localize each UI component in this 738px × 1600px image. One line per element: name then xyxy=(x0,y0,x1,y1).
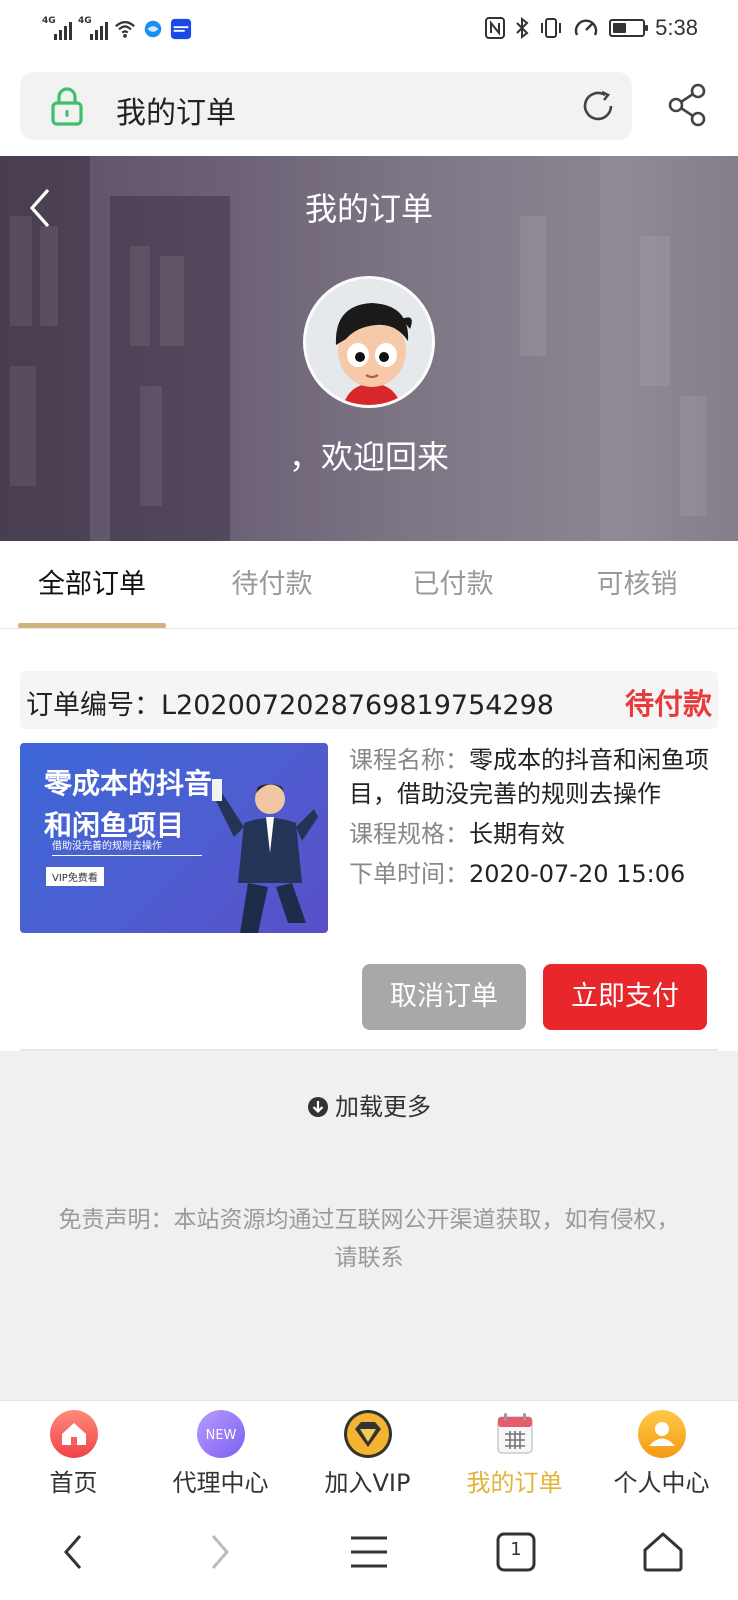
tabbar-label-join-vip: 加入VIP xyxy=(324,1469,411,1497)
tabbar-label-my-orders: 我的订单 xyxy=(466,1469,563,1497)
thumbnail-subline: 借助没完善的规则去操作 xyxy=(52,837,202,856)
cartoon-boy-avatar-icon xyxy=(306,279,432,405)
disclaimer-text: 免责声明：本站资源均通过互联网公开渠道获取，如有侵权，请联系 xyxy=(58,1207,680,1271)
bottom-tab-bar: 首页 NEW 代理中心 加入VIP 我的订单 个人中心 xyxy=(0,1400,738,1502)
tabbar-label-personal-center: 个人中心 xyxy=(613,1469,710,1497)
thumbnail-headline: 零成本的抖音和闲鱼项目 xyxy=(44,767,213,842)
tabbar-label-agent-center: 代理中心 xyxy=(172,1469,269,1497)
reload-icon[interactable] xyxy=(578,86,618,126)
tabbar-item-personal-center[interactable]: 个人中心 xyxy=(588,1401,735,1503)
load-more-label: 加载更多 xyxy=(335,1093,431,1121)
order-info: 课程名称：零成本的抖音和闲鱼项目，借助没完善的规则去操作 课程规格：长期有效 下… xyxy=(349,743,723,897)
signal-icon: 4G xyxy=(78,16,108,40)
load-more-button[interactable]: 加载更多 xyxy=(0,1087,738,1122)
thumbnail-vip-badge: VIP免费看 xyxy=(46,867,104,886)
new-badge-icon: NEW xyxy=(196,1410,245,1458)
course-thumbnail[interactable]: 零成本的抖音和闲鱼项目 借助没完善的规则去操作 VIP免费看 xyxy=(20,743,328,933)
course-spec-value: 长期有效 xyxy=(469,820,565,848)
status-right: 5:38 xyxy=(485,12,698,44)
user-icon xyxy=(637,1410,686,1458)
status-time: 5:38 xyxy=(655,15,698,40)
address-bar[interactable]: 我的订单 xyxy=(20,72,632,140)
network-type-label: 4G xyxy=(78,16,92,26)
order-header: 订单编号：L20200720287698197542​98 待付款 xyxy=(20,671,718,729)
tabbar-item-home[interactable]: 首页 xyxy=(0,1401,147,1503)
battery-icon xyxy=(609,19,649,37)
order-number-value: L20200720287698197542​98 xyxy=(161,690,554,721)
order-tabs: 全部订单 待付款 已付款 可核销 xyxy=(0,541,738,629)
order-time-label: 下单时间： xyxy=(349,860,469,888)
status-bar: 4G 4G 5:38 xyxy=(0,0,738,56)
welcome-text: ，欢迎回来 xyxy=(288,438,449,476)
bluetooth-icon xyxy=(516,17,529,39)
order-number: 订单编号：L20200720287698197542​98 xyxy=(26,683,554,722)
vibrate-icon xyxy=(541,18,562,38)
home-outline-icon[interactable] xyxy=(637,1526,689,1578)
tab-paid[interactable]: 已付款 xyxy=(361,541,545,629)
profile-hero: 我的订单 ，欢迎回来 xyxy=(0,156,738,541)
tabs-icon[interactable]: 1 xyxy=(490,1526,542,1578)
tab-pending-payment[interactable]: 待付款 xyxy=(180,541,364,629)
nfc-icon xyxy=(485,17,506,39)
order-status-badge: 待付款 xyxy=(624,687,712,721)
tab-redeemable[interactable]: 可核销 xyxy=(545,541,729,629)
course-spec-row: 课程规格：长期有效 xyxy=(349,817,723,851)
browser-app-icon xyxy=(144,20,162,38)
pay-now-button[interactable]: 立即支付 xyxy=(543,964,707,1030)
tabbar-label-home: 首页 xyxy=(49,1469,98,1497)
businessman-figure-icon xyxy=(212,779,318,933)
calendar-orders-icon xyxy=(496,1413,533,1454)
network-type-label: 4G xyxy=(42,16,56,26)
arrow-down-circle-icon xyxy=(308,1097,328,1117)
tabbar-item-my-orders[interactable]: 我的订单 xyxy=(441,1401,588,1503)
order-time-value: 2020-07-20 15:06 xyxy=(469,860,686,888)
back-arrow-icon[interactable] xyxy=(48,1526,100,1578)
app-notification-icon xyxy=(170,18,192,40)
home-icon xyxy=(49,1410,98,1458)
browser-navigation-bar: 1 xyxy=(0,1502,738,1600)
data-saver-icon xyxy=(574,19,598,36)
vip-diamond-icon xyxy=(343,1410,392,1458)
wifi-icon xyxy=(115,21,135,38)
tabbar-item-agent-center[interactable]: NEW 代理中心 xyxy=(147,1401,294,1503)
tab-all-orders[interactable]: 全部订单 xyxy=(0,541,184,629)
footer-area: 加载更多 免责声明：本站资源均通过互联网公开渠道获取，如有侵权，请联系 xyxy=(0,1051,738,1400)
avatar xyxy=(303,276,435,408)
menu-icon[interactable] xyxy=(343,1526,395,1578)
order-number-label: 订单编号： xyxy=(26,690,161,721)
new-badge-text: NEW xyxy=(205,1428,236,1443)
order-time-row: 下单时间：2020-07-20 15:06 xyxy=(349,857,723,891)
share-icon[interactable] xyxy=(666,82,708,128)
signal-icon: 4G xyxy=(42,16,72,40)
status-left: 4G 4G xyxy=(42,12,192,40)
active-tab-indicator xyxy=(18,623,166,628)
tab-count: 1 xyxy=(510,1539,522,1560)
lock-icon xyxy=(51,87,83,126)
forward-arrow-icon[interactable] xyxy=(193,1526,245,1578)
course-name-row: 课程名称：零成本的抖音和闲鱼项目，借助没完善的规则去操作 xyxy=(349,743,723,811)
cancel-order-button[interactable]: 取消订单 xyxy=(362,964,526,1030)
course-name-label: 课程名称： xyxy=(349,746,469,774)
address-title: 我的订单 xyxy=(116,96,236,131)
browser-bar: 我的订单 xyxy=(0,56,738,156)
course-spec-label: 课程规格： xyxy=(349,820,469,848)
page-title: 我的订单 xyxy=(304,190,433,228)
order-card: 订单编号：L20200720287698197542​98 待付款 零成本的抖音… xyxy=(0,629,738,1051)
tabbar-item-join-vip[interactable]: 加入VIP xyxy=(294,1401,441,1503)
